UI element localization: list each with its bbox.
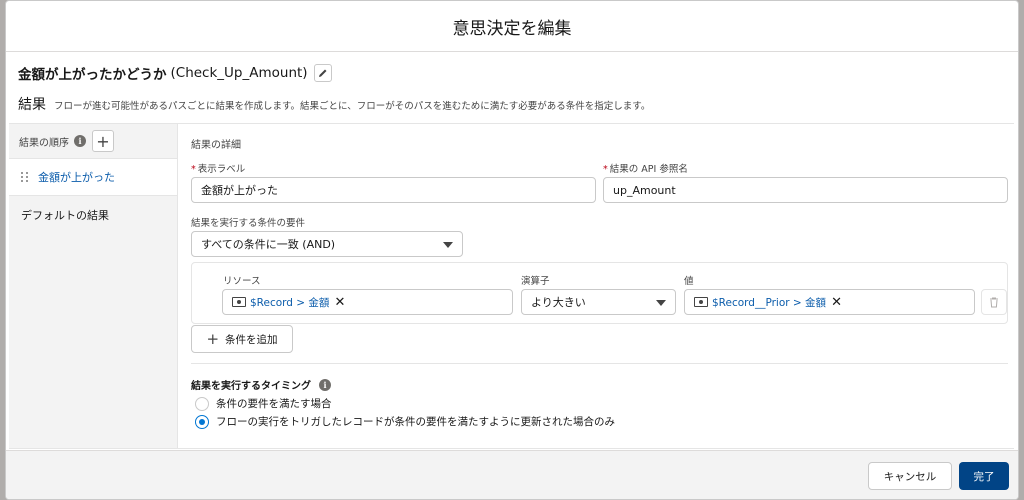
add-condition-button[interactable]: + 条件を追加: [191, 325, 293, 353]
timing-option-conditions-met[interactable]: 条件の要件を満たす場合: [195, 396, 332, 411]
outcome-item-default[interactable]: デフォルトの結果: [9, 196, 177, 234]
plus-icon: +: [206, 330, 220, 348]
timing-option-label: 条件の要件を満たす場合: [216, 398, 332, 410]
value-input[interactable]: $Record__Prior > 金額 ✕: [684, 289, 975, 315]
outcome-item-label: 金額が上がった: [38, 171, 115, 184]
timing-option-updated-only[interactable]: フローの実行をトリガしたレコードが条件の要件を満たすように更新された場合のみ: [195, 414, 615, 429]
api-name-field-label: * 結果の API 参照名: [603, 161, 688, 175]
element-label: 金額が上がったかどうか: [18, 67, 167, 83]
pencil-icon: [318, 69, 327, 77]
add-condition-label: 条件を追加: [225, 333, 278, 346]
label-input-value: 金額が上がった: [201, 184, 278, 197]
edit-decision-modal: 意思決定を編集 金額が上がったかどうか (Check_Up_Amount) 結果…: [5, 0, 1019, 500]
outcome-list-panel: 結果の順序 i + 金額が上がった デフォルトの結果: [9, 124, 178, 448]
drag-handle-icon[interactable]: [21, 172, 29, 182]
timing-title: 結果を実行するタイミング i: [191, 377, 331, 392]
timing-option-label: フローの実行をトリガしたレコードが条件の要件を満たすように更新された場合のみ: [216, 416, 615, 428]
resource-icon: [232, 297, 246, 307]
api-name-field-text: 結果の API 参照名: [609, 164, 688, 175]
value-pill[interactable]: $Record__Prior > 金額 ✕: [694, 295, 842, 310]
label-field-text: 表示ラベル: [197, 164, 246, 175]
radio-button[interactable]: [195, 396, 209, 411]
operator-select-value: より大きい: [531, 296, 586, 309]
section-description: フローが進む可能性があるパスごとに結果を作成します。結果ごとに、フローがそのパス…: [54, 101, 651, 112]
value-pill-label: $Record__Prior > 金額: [712, 296, 827, 309]
resource-pill-label: $Record > 金額: [250, 296, 330, 309]
edit-label-button[interactable]: [313, 64, 332, 82]
modal-header: 意思決定を編集: [6, 1, 1018, 52]
radio-button-checked[interactable]: [195, 414, 209, 429]
modal-title: 意思決定を編集: [452, 18, 572, 39]
info-icon[interactable]: i: [74, 135, 86, 147]
api-name-input[interactable]: up_Amount: [603, 177, 1008, 203]
requirement-label: 結果を実行する条件の要件: [191, 218, 306, 229]
modal-footer: キャンセル 完了: [6, 450, 1018, 499]
remove-value-icon[interactable]: ✕: [831, 295, 842, 310]
resource-icon: [694, 297, 708, 307]
required-mark: *: [191, 164, 196, 175]
requirement-select[interactable]: すべての条件に一致 (AND): [191, 231, 463, 257]
done-button[interactable]: 完了: [959, 462, 1009, 490]
outcomes-section-header: 結果 フローが進む可能性があるパスごとに結果を作成します。結果ごとに、フローがそ…: [18, 94, 650, 114]
element-api-name: (Check_Up_Amount): [170, 65, 308, 81]
remove-resource-icon[interactable]: ✕: [334, 295, 345, 310]
resource-label: リソース: [223, 276, 261, 287]
outcome-order-header: 結果の順序 i +: [9, 124, 177, 158]
caret-down-icon: [443, 242, 453, 248]
required-mark: *: [603, 164, 608, 175]
timing-title-text: 結果を実行するタイミング: [191, 381, 311, 392]
outcome-item-label: デフォルトの結果: [21, 209, 109, 222]
delete-condition-button[interactable]: [981, 289, 1007, 315]
details-title: 結果の詳細: [191, 140, 241, 151]
label-input[interactable]: 金額が上がった: [191, 177, 596, 203]
outcome-details-panel: 結果の詳細 * 表示ラベル 金額が上がった * 結果の API 参照名 up_Amo…: [178, 124, 1014, 448]
label-field-label: * 表示ラベル: [191, 161, 245, 175]
trash-icon: [990, 297, 998, 307]
section-title: 結果: [18, 97, 46, 113]
operator-label: 演算子: [521, 276, 550, 287]
api-name-input-value: up_Amount: [613, 183, 676, 197]
condition-row: リソース $Record > 金額 ✕ 演算子 より大きい 値 $Record_…: [191, 262, 1008, 324]
value-label: 値: [684, 276, 694, 287]
cancel-button[interactable]: キャンセル: [868, 462, 952, 490]
resource-input[interactable]: $Record > 金額 ✕: [222, 289, 513, 315]
add-outcome-button[interactable]: +: [92, 130, 114, 152]
element-title: 金額が上がったかどうか (Check_Up_Amount): [18, 63, 332, 83]
resource-pill[interactable]: $Record > 金額 ✕: [232, 295, 345, 310]
divider: [191, 363, 1008, 364]
info-icon[interactable]: i: [319, 378, 331, 391]
operator-select[interactable]: より大きい: [521, 289, 676, 315]
outcome-order-label: 結果の順序: [19, 137, 69, 149]
caret-down-icon: [656, 300, 666, 306]
outcomes-editor: 結果の順序 i + 金額が上がった デフォルトの結果 結果の詳細 * 表示ラベル …: [9, 123, 1014, 449]
requirement-select-value: すべての条件に一致 (AND): [201, 238, 336, 251]
outcome-item-selected[interactable]: 金額が上がった: [9, 158, 177, 196]
